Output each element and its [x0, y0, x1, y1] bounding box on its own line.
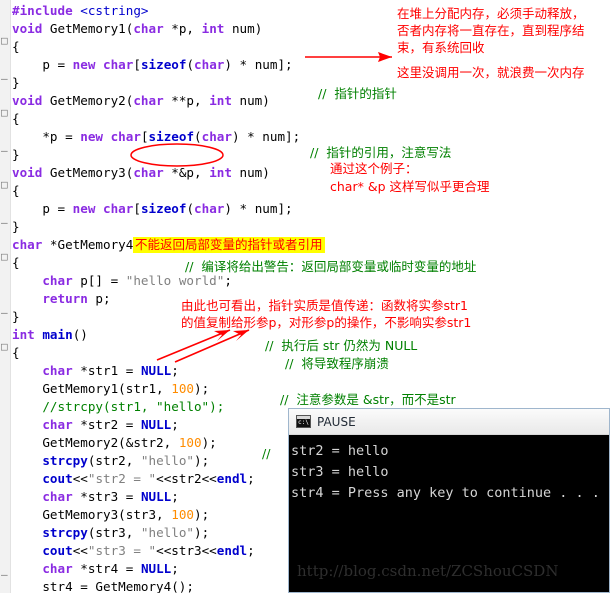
code-line: strcpy(str2, "hello"); — [42, 453, 210, 468]
fold-marker[interactable]: □ — [1, 341, 9, 352]
editor-fold-gutter[interactable]: □ – □ – □ – □ – □ – — [0, 0, 11, 593]
console-output: str2 = hello str3 = hello str4 = Press a… — [289, 435, 609, 504]
code-line: cout<<"str2 = "<<str2<<endl; — [42, 471, 255, 486]
code-line: void GetMemory1(char *p, int num) — [12, 21, 263, 36]
code-line: { — [12, 39, 20, 54]
code-line: p = new char[sizeof(char) * num]; — [12, 201, 293, 216]
annotation-value-pass-note-line1: 由此也可看出，指针实质是值传递：函数将实参str1 — [181, 298, 469, 313]
console-window-icon — [296, 415, 311, 428]
code-line: } — [12, 147, 20, 162]
code-comment: // — [262, 446, 271, 461]
code-line: GetMemory2(&str2, 100); — [12, 435, 217, 450]
code-line: cout<<"str3 = "<<str3<<endl; — [42, 543, 255, 558]
code-comment: // 注意参数是 &str，而不是str — [280, 392, 456, 407]
code-line: { — [12, 345, 20, 360]
fold-marker[interactable]: – — [1, 569, 9, 580]
code-line: char *str1 = NULL; — [42, 363, 179, 378]
code-line: char *str4 = NULL; — [42, 561, 179, 576]
code-line: str4 = GetMemory4(); — [12, 579, 194, 593]
fold-marker[interactable]: – — [1, 217, 9, 228]
annotation-waste-memory-note: 这里没调用一次，就浪费一次内存 — [397, 65, 585, 80]
code-line: strcpy(str3, "hello"); — [42, 525, 210, 540]
fold-marker[interactable]: – — [1, 73, 9, 84]
code-comment: // 将导致程序崩溃 — [285, 356, 389, 371]
code-line: char *str3 = NULL; — [42, 489, 179, 504]
console-window[interactable]: PAUSE str2 = hello str3 = hello str4 = P… — [288, 408, 610, 593]
console-title-text: PAUSE — [317, 414, 356, 429]
fold-marker[interactable]: – — [1, 145, 9, 156]
code-line: } — [12, 219, 20, 234]
code-line: char *str2 = NULL; — [42, 417, 179, 432]
code-line: void GetMemory3(char *&p, int num) — [12, 165, 270, 180]
annotation-return-local-warning: 不能返回局部变量的指针或者引用 — [133, 237, 325, 253]
code-line: { — [12, 111, 20, 126]
console-output-line: str2 = hello — [291, 443, 389, 459]
console-output-line: str4 = Press any key to continue . . . — [291, 485, 600, 501]
annotation-heap-note-line3: 束，有系统回收 — [397, 40, 485, 55]
annotation-example-note-line2: char* &p 这样写似乎更合理 — [330, 179, 490, 194]
fold-marker[interactable]: – — [1, 307, 9, 318]
console-title-bar[interactable]: PAUSE — [289, 409, 609, 435]
watermark-text: http://blog.csdn.net/ZCShouCSDN — [297, 562, 559, 580]
screenshot-root: □ – □ – □ – □ – □ – #include <cstring> v… — [0, 0, 610, 593]
fold-marker[interactable]: □ — [1, 179, 9, 190]
annotation-heap-note-line1: 在堆上分配内存，必须手动释放， — [397, 6, 585, 21]
fold-marker[interactable]: □ — [1, 35, 9, 46]
code-line: } — [12, 75, 20, 90]
code-line: GetMemory1(str1, 100); — [12, 381, 210, 396]
annotation-value-pass-note-line2: 的值复制给形参p，对形参p的操作，不影响实参str1 — [181, 315, 472, 330]
code-line: GetMemory3(str3, 100); — [12, 507, 210, 522]
code-line: { — [12, 255, 20, 270]
code-comment: // 执行后 str 仍然为 NULL — [265, 338, 418, 353]
code-line: { — [12, 183, 20, 198]
code-line: //strcpy(str1, "hello"); — [12, 399, 225, 414]
code-line: #include <cstring> — [12, 3, 149, 18]
code-line: } — [12, 309, 20, 324]
code-line: *p = new char[sizeof(char) * num]; — [12, 129, 301, 144]
code-line: p = new char[sizeof(char) * num]; — [12, 57, 293, 72]
annotation-example-note-line1: 通过这个例子： — [330, 161, 418, 176]
code-comment: // 编译将给出警告：返回局部变量或临时变量的地址 — [185, 259, 477, 274]
code-line: return p; — [42, 291, 111, 306]
code-comment: // 指针的指针 — [318, 86, 397, 101]
code-line: int main() — [12, 327, 88, 342]
console-output-line: str3 = hello — [291, 464, 389, 480]
fold-marker[interactable]: □ — [1, 251, 9, 262]
code-line: void GetMemory2(char **p, int num) — [12, 93, 270, 108]
fold-marker[interactable]: □ — [1, 107, 9, 118]
annotation-heap-note-line2: 否者内存将一直存在，直到程序结 — [397, 23, 585, 38]
